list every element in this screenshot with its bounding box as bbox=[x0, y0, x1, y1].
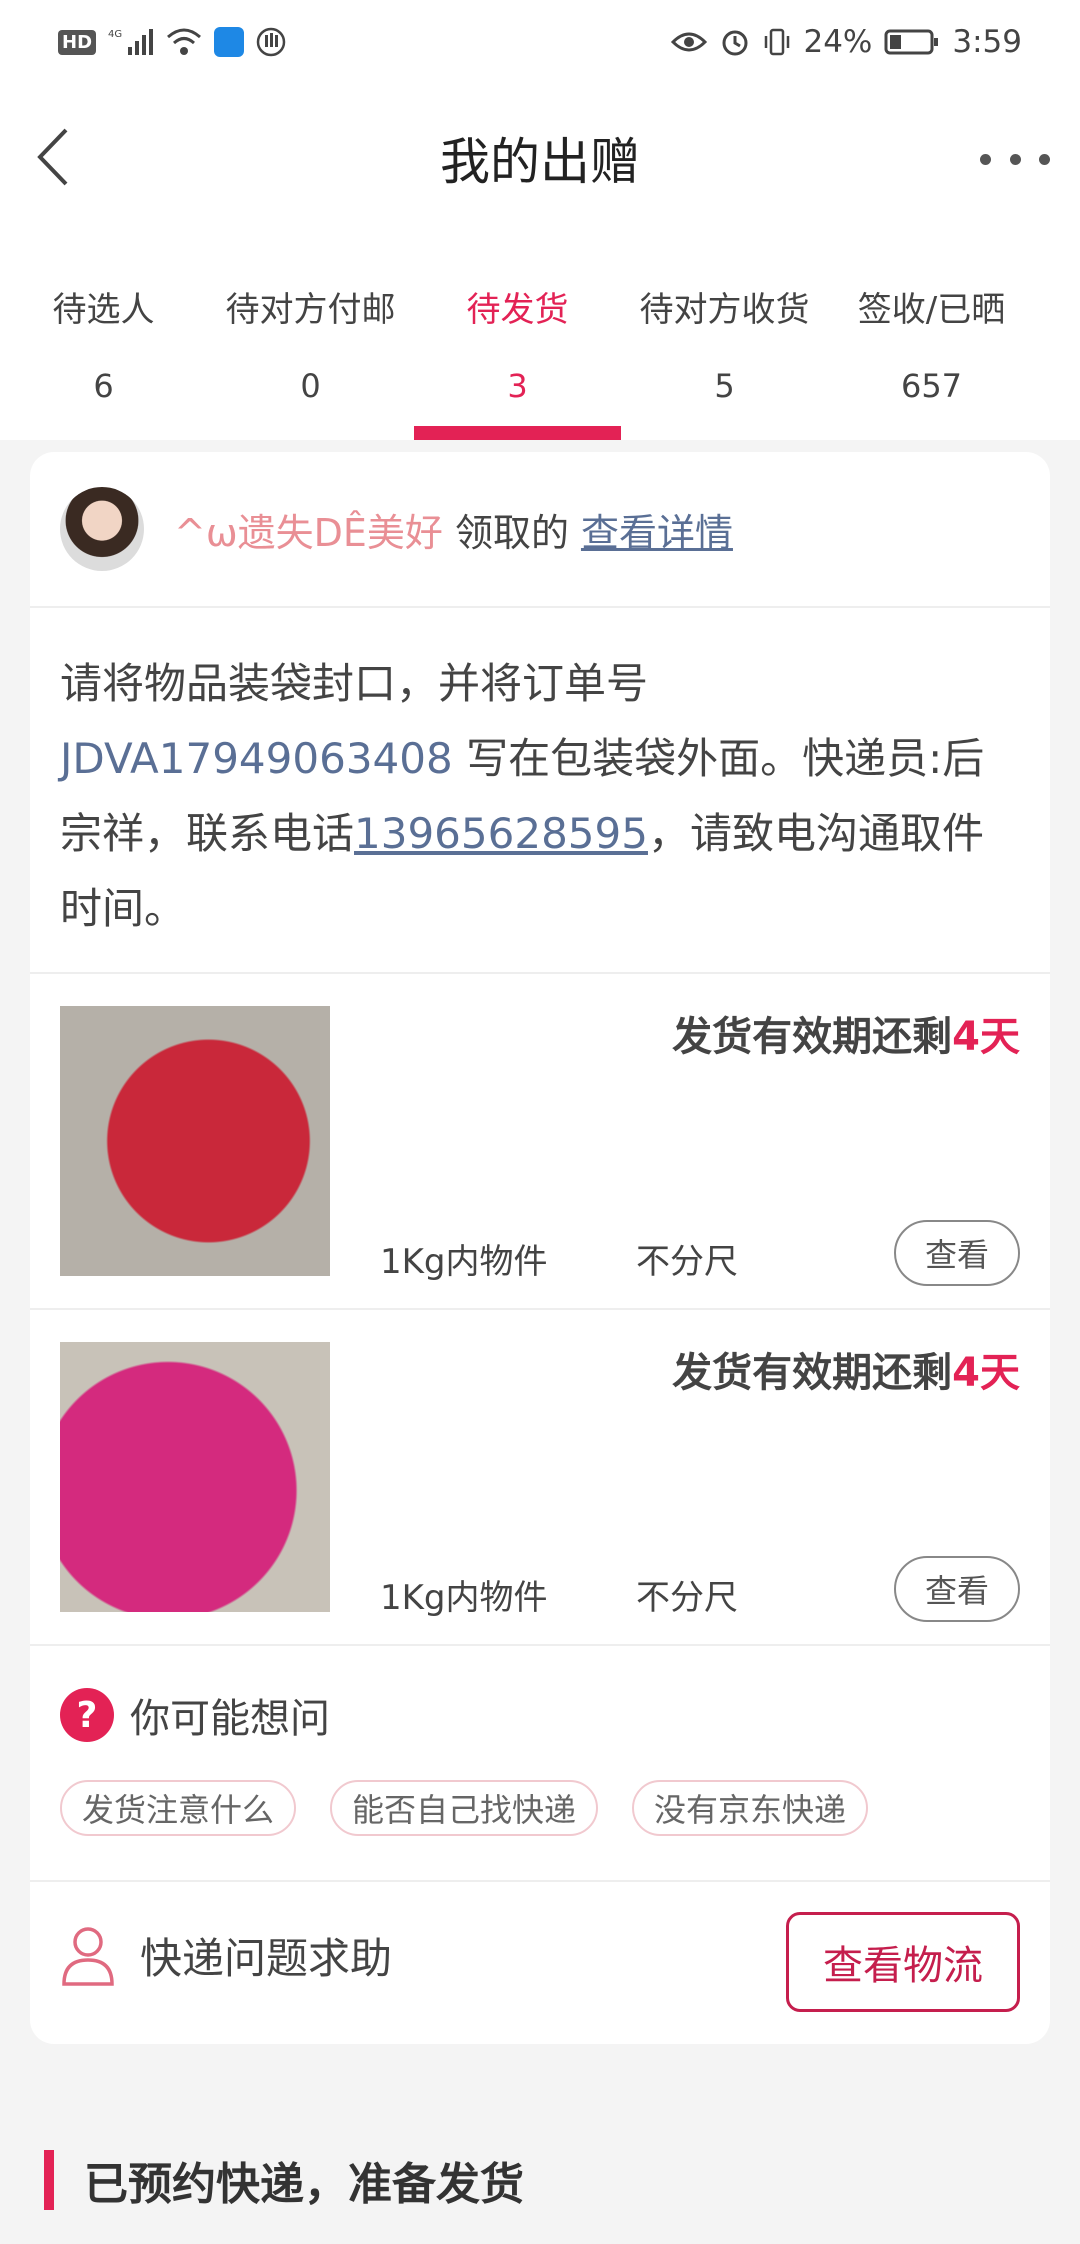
clock: 3:59 bbox=[952, 24, 1022, 60]
section-title-text: 已预约快递，准备发货 bbox=[84, 2159, 524, 2210]
vibrate-icon bbox=[763, 27, 791, 57]
courier-help-label: 快递问题求助 bbox=[140, 1933, 393, 1983]
battery-icon bbox=[884, 27, 940, 57]
status-tabs: 待选人 6 待对方付邮 0 待发货 3 待对方收货 5 签收/已晒 657 bbox=[0, 232, 1080, 440]
tab-signed-shared[interactable]: 签收/已晒 657 bbox=[828, 232, 1035, 440]
item-thumbnail[interactable] bbox=[60, 1342, 330, 1612]
search-app-icon bbox=[214, 27, 245, 57]
recipient-nickname[interactable]: ^ω遗失DÊ美好 bbox=[174, 502, 443, 557]
list-item: 发货有效期还剩4天 1Kg内物件 不分尺 查看 bbox=[30, 974, 1050, 1310]
list-item: 发货有效期还剩4天 1Kg内物件 不分尺 查看 bbox=[30, 1310, 1050, 1646]
faq-chip[interactable]: 没有京东快递 bbox=[632, 1780, 869, 1836]
hand-icon bbox=[256, 27, 286, 57]
tab-pending-selection[interactable]: 待选人 6 bbox=[0, 232, 207, 440]
section-title: 已预约快递，准备发货 bbox=[44, 2148, 524, 2212]
page-title: 我的出赠 bbox=[440, 133, 640, 191]
question-icon: ? bbox=[60, 1688, 114, 1742]
ship-deadline: 发货有效期还剩4天 bbox=[672, 1350, 1020, 1396]
courier-help-link[interactable]: 快递问题求助 bbox=[60, 1924, 392, 1986]
item-thumbnail[interactable] bbox=[60, 1006, 330, 1276]
active-tab-indicator bbox=[414, 426, 621, 440]
instruction-text: 请将物品装袋封口，并将订单号 bbox=[60, 659, 649, 708]
avatar[interactable] bbox=[60, 487, 144, 571]
ship-deadline: 发货有效期还剩4天 bbox=[672, 1014, 1020, 1060]
hd-icon: HD bbox=[58, 29, 97, 55]
section-accent-bar bbox=[44, 2150, 54, 2210]
view-button[interactable]: 查看 bbox=[894, 1556, 1020, 1622]
nav-header: 我的出赠 bbox=[0, 84, 1080, 232]
tab-label: 待对方付邮 bbox=[225, 290, 396, 330]
tab-pending-receipt[interactable]: 待对方收货 5 bbox=[621, 232, 828, 440]
item-size: 不分尺 bbox=[636, 1242, 738, 1282]
tab-count: 6 bbox=[93, 367, 114, 405]
faq-chip[interactable]: 发货注意什么 bbox=[60, 1780, 297, 1836]
faq-section: ? 你可能想问 发货注意什么 能否自己找快递 没有京东快递 bbox=[30, 1646, 1050, 1882]
order-card: ^ω遗失DÊ美好 领取的 查看详情 请将物品装袋封口，并将订单号 JDVA179… bbox=[30, 452, 1050, 2044]
tab-count: 5 bbox=[714, 367, 735, 405]
battery-percent: 24% bbox=[803, 24, 873, 60]
tab-count: 0 bbox=[300, 367, 321, 405]
recipient-row: ^ω遗失DÊ美好 领取的 查看详情 bbox=[30, 452, 1050, 608]
order-number: JDVA17949063408 bbox=[60, 734, 453, 783]
item-weight: 1Kg内物件 bbox=[380, 1578, 548, 1618]
tab-count: 3 bbox=[507, 367, 528, 405]
tab-pending-postage[interactable]: 待对方付邮 0 bbox=[207, 232, 414, 440]
person-icon bbox=[62, 1927, 114, 1986]
faq-title: 你可能想问 bbox=[130, 1696, 330, 1742]
alarm-icon bbox=[719, 26, 751, 58]
courier-phone-link[interactable]: 13965628595 bbox=[354, 809, 648, 858]
view-button[interactable]: 查看 bbox=[894, 1220, 1020, 1286]
svg-text:4G: 4G bbox=[108, 29, 122, 40]
tab-label: 待对方收货 bbox=[639, 290, 810, 330]
wifi-icon bbox=[166, 27, 202, 57]
tab-pending-shipment[interactable]: 待发货 3 bbox=[414, 232, 621, 440]
tab-count: 657 bbox=[900, 367, 963, 405]
tab-label: 待发货 bbox=[466, 290, 569, 330]
status-bar: HD 4G 24% 3:59 bbox=[0, 0, 1080, 84]
shipping-instructions: 请将物品装袋封口，并将订单号 JDVA17949063408 写在包装袋外面。快… bbox=[30, 608, 1050, 974]
item-weight: 1Kg内物件 bbox=[380, 1242, 548, 1282]
signal-icon: 4G bbox=[108, 27, 154, 57]
tab-label: 签收/已晒 bbox=[857, 290, 1006, 330]
item-size: 不分尺 bbox=[636, 1578, 738, 1618]
more-icon[interactable] bbox=[980, 134, 1050, 184]
received-text: 领取的 bbox=[454, 510, 569, 555]
courier-help-row: 快递问题求助 查看物流 bbox=[30, 1882, 1050, 2038]
eye-icon bbox=[671, 29, 708, 55]
faq-chip[interactable]: 能否自己找快递 bbox=[330, 1780, 599, 1836]
tab-label: 待选人 bbox=[52, 290, 155, 330]
back-icon[interactable] bbox=[26, 122, 86, 192]
view-details-link[interactable]: 查看详情 bbox=[581, 502, 733, 557]
track-shipment-button[interactable]: 查看物流 bbox=[786, 1912, 1020, 2012]
